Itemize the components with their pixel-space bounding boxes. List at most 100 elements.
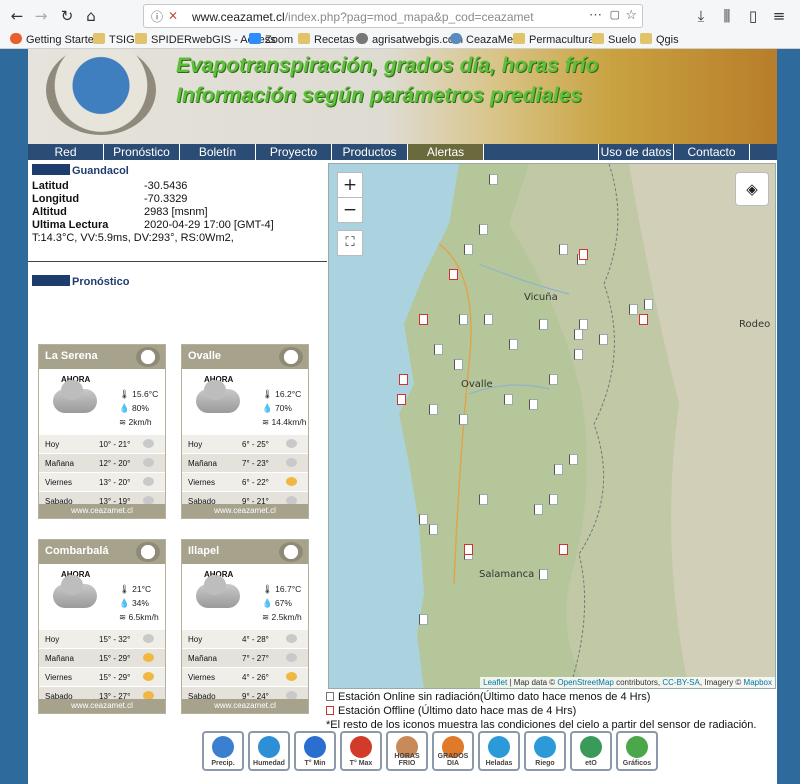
station-flag-icon[interactable]	[559, 244, 568, 255]
grados-dia-button[interactable]: GRADOS DIA	[432, 731, 474, 771]
library-icon[interactable]: ⫼	[716, 5, 738, 27]
bookmark-ceazamet[interactable]: CeazaMet	[450, 33, 516, 46]
station-flag-icon[interactable]	[434, 344, 443, 355]
bookmark-star-icon[interactable]: ☆	[625, 7, 637, 23]
insecure-lock-icon[interactable]: ⨯	[168, 8, 178, 22]
reload-icon[interactable]: ↻	[56, 5, 78, 27]
folder-icon	[592, 33, 604, 44]
menu-boletin[interactable]: Boletín	[180, 144, 256, 160]
station-flag-icon[interactable]	[464, 244, 473, 255]
station-flag-icon[interactable]	[509, 339, 518, 350]
station-flag-icon[interactable]	[569, 454, 578, 465]
tmin-button[interactable]: T° Min	[294, 731, 336, 771]
heladas-button[interactable]: Heladas	[478, 731, 520, 771]
precip-button[interactable]: Precip.	[202, 731, 244, 771]
station-flag-icon[interactable]	[419, 614, 428, 625]
bookmark-suelo[interactable]: Suelo	[592, 33, 636, 46]
station-flag-icon[interactable]	[504, 394, 513, 405]
place-rodeo: Rodeo	[739, 319, 771, 330]
pocket-icon[interactable]: ▢	[610, 8, 620, 21]
info-icon[interactable]: ⓘ	[151, 8, 163, 25]
station-offline-flag-icon[interactable]	[464, 544, 473, 555]
bookmark-tsig[interactable]: TSIG	[93, 33, 135, 46]
card-footer-link[interactable]: www.ceazamet.cl	[182, 699, 308, 713]
station-map[interactable]: Vicuña Ovalle Salamanca Rodeo + − ⛶ ◈ Le…	[328, 163, 776, 689]
station-flag-icon[interactable]	[459, 314, 468, 325]
url-text[interactable]: www.ceazamet.cl/index.php?pag=mod_mapa&p…	[192, 10, 534, 24]
station-flag-icon[interactable]	[539, 319, 548, 330]
bookmark-permacultura[interactable]: Permacultura	[513, 33, 594, 46]
station-flag-icon[interactable]	[644, 299, 653, 310]
page-actions-icon[interactable]: ⋯	[589, 7, 602, 23]
station-flag-icon[interactable]	[574, 349, 583, 360]
osm-link[interactable]: OpenStreetMap	[557, 678, 613, 687]
thermometer-min-icon	[304, 736, 326, 758]
station-offline-flag-icon[interactable]	[399, 374, 408, 385]
bookmark-getting-started[interactable]: Getting Started	[10, 33, 100, 46]
zoom-in-button[interactable]: +	[337, 172, 363, 198]
station-offline-flag-icon[interactable]	[397, 394, 406, 405]
horas-frio-button[interactable]: HORAS FRIO	[386, 731, 428, 771]
address-bar[interactable]: ⓘ ⨯ www.ceazamet.cl/index.php?pag=mod_ma…	[143, 4, 643, 28]
menu-red[interactable]: Red	[28, 144, 104, 160]
day-range: 7° - 27°	[242, 654, 269, 663]
station-flag-icon[interactable]	[549, 374, 558, 385]
ceazamet-icon	[450, 33, 462, 44]
riego-button[interactable]: Riego	[524, 731, 566, 771]
station-flag-icon[interactable]	[599, 334, 608, 345]
graficos-button[interactable]: Gráficos	[616, 731, 658, 771]
bookmark-qgis[interactable]: Qgis	[640, 33, 679, 46]
station-flag-icon[interactable]	[479, 224, 488, 235]
station-flag-icon[interactable]	[629, 304, 638, 315]
station-offline-flag-icon[interactable]	[639, 314, 648, 325]
station-flag-icon[interactable]	[574, 329, 583, 340]
bookmark-agrisatwebgis[interactable]: agrisatwebgis.com	[356, 33, 463, 46]
station-flag-icon[interactable]	[484, 314, 493, 325]
eto-button[interactable]: etO	[570, 731, 612, 771]
station-flag-icon[interactable]	[534, 504, 543, 515]
station-offline-flag-icon[interactable]	[559, 544, 568, 555]
card-footer-link[interactable]: www.ceazamet.cl	[39, 699, 165, 713]
bookmark-recetas[interactable]: Recetas	[298, 33, 354, 46]
ceazamet-logo[interactable]	[46, 49, 156, 135]
card-footer-link[interactable]: www.ceazamet.cl	[182, 504, 308, 518]
station-flag-icon[interactable]	[549, 494, 558, 505]
station-offline-flag-icon[interactable]	[579, 249, 588, 260]
menu-contacto[interactable]: Contacto	[674, 144, 750, 160]
bookmark-zoom[interactable]: Zoom	[249, 33, 293, 46]
fullscreen-icon[interactable]: ⛶	[337, 230, 363, 256]
station-offline-flag-icon[interactable]	[449, 269, 458, 280]
station-flag-icon[interactable]	[419, 514, 428, 525]
station-flag-icon[interactable]	[479, 494, 488, 505]
menu-proyecto[interactable]: Proyecto	[256, 144, 332, 160]
cc-link[interactable]: CC-BY-SA	[662, 678, 700, 687]
menu-pronostico[interactable]: Pronóstico	[104, 144, 180, 160]
station-flag-icon[interactable]	[454, 359, 463, 370]
station-flag-icon[interactable]	[529, 399, 538, 410]
humedad-button[interactable]: Humedad	[248, 731, 290, 771]
back-icon[interactable]: ←	[6, 5, 28, 27]
station-flag-icon[interactable]	[429, 524, 438, 535]
zoom-out-button[interactable]: −	[337, 197, 363, 223]
leaflet-link[interactable]: Leaflet	[483, 678, 507, 687]
station-flag-icon[interactable]	[539, 569, 548, 580]
map-terrain[interactable]	[329, 164, 776, 689]
sidebar-icon[interactable]: ▯	[742, 5, 764, 27]
menu-productos[interactable]: Productos	[332, 144, 408, 160]
layers-icon[interactable]: ◈	[735, 172, 769, 206]
download-icon[interactable]: ⤓	[690, 5, 712, 27]
station-flag-icon[interactable]	[554, 464, 563, 475]
menu-icon[interactable]: ≡	[768, 5, 790, 27]
forecast-day-row: Viernes 13° - 20°	[39, 472, 165, 491]
station-offline-flag-icon[interactable]	[419, 314, 428, 325]
tmax-button[interactable]: T° Max	[340, 731, 382, 771]
station-flag-icon[interactable]	[429, 404, 438, 415]
home-icon[interactable]: ⌂	[80, 5, 102, 27]
station-flag-icon[interactable]	[489, 174, 498, 185]
menu-uso-de-datos[interactable]: Uso de datos	[598, 144, 674, 160]
menu-alertas[interactable]: Alertas	[408, 144, 484, 160]
mapbox-link[interactable]: Mapbox	[744, 678, 772, 687]
station-flag-icon[interactable]	[459, 414, 468, 425]
card-footer-link[interactable]: www.ceazamet.cl	[39, 504, 165, 518]
forward-icon[interactable]: →	[30, 5, 52, 27]
